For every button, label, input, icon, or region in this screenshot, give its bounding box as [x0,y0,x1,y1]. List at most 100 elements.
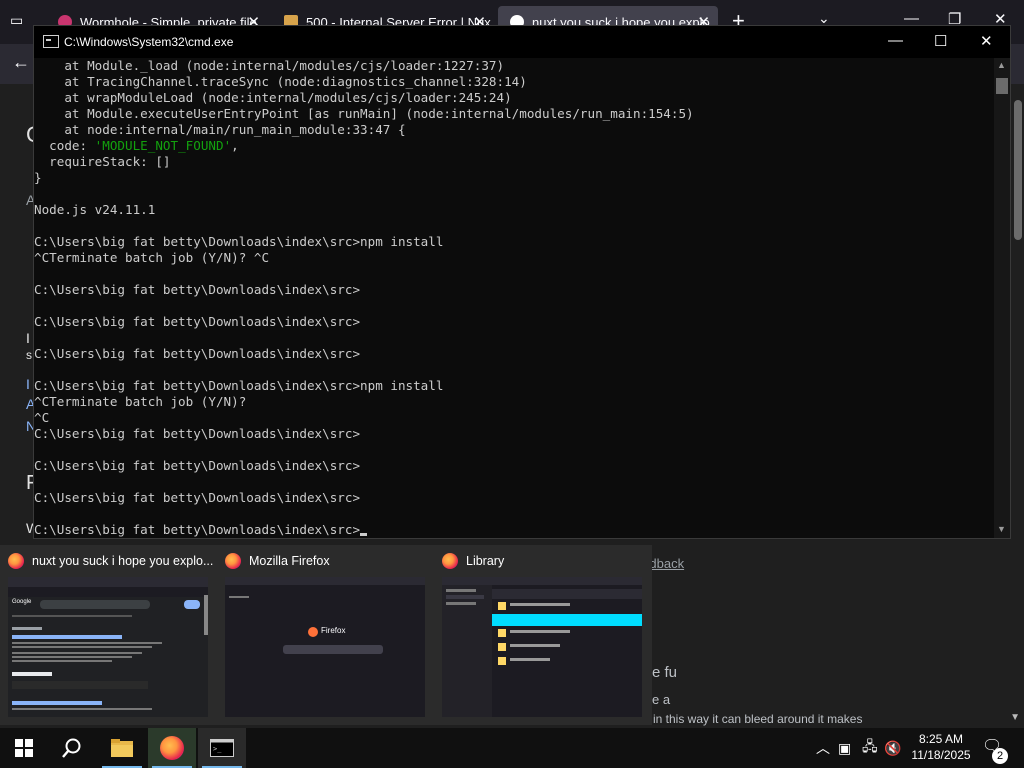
preview-title: Mozilla Firefox [225,553,330,569]
cmd-close-button[interactable]: ✕ [980,32,993,50]
volume-muted-icon: 🔇 [884,739,902,756]
search-icon [62,738,81,758]
notification-count-badge: 2 [992,748,1008,764]
cmd-line [34,442,996,458]
preview-mozilla-firefox[interactable]: Mozilla Firefox Firefox [217,545,433,725]
cmd-minimize-button[interactable]: — [888,32,903,49]
cmd-line: C:\Users\big fat betty\Downloads\index\s… [34,426,361,441]
cmd-line [34,506,996,522]
network-button[interactable]: 🖧 [862,728,878,768]
cmd-app-icon [43,35,59,48]
cmd-line: Node.js v24.11.1 [34,202,156,217]
cmd-line [34,218,996,234]
firefox-newtab-thumbnail [225,577,425,654]
start-button[interactable] [0,728,48,768]
page-text-fragment: s [26,348,32,362]
text-cursor [360,533,368,536]
show-hidden-icons-button[interactable]: ︿ [816,728,830,768]
cmd-line: C:\Users\big fat betty\Downloads\index\s… [34,346,361,361]
preview-nuxt-tab[interactable]: nuxt you suck i hope you explo... Google [0,545,216,725]
cmd-line [34,186,996,202]
scroll-up-icon[interactable]: ▲ [997,60,1006,70]
cmd-line: requireStack: [] [34,154,171,169]
cmd-line: C:\Users\big fat betty\Downloads\index\s… [34,490,361,505]
cmd-output[interactable]: at Module._load (node:internal/modules/c… [34,58,996,538]
cmd-line: ^CTerminate batch job (Y/N)? ^C [34,250,270,265]
preview-thumbnail: Firefox [225,577,425,717]
volume-button[interactable]: 🔇 [884,728,901,768]
taskbar-preview-panel: nuxt you suck i hope you explo... Google… [0,545,652,725]
cmd-line: C:\Users\big fat betty\Downloads\index\s… [34,378,444,393]
cmd-line: C:\Users\big fat betty\Downloads\index\s… [34,314,361,329]
library-downloads-thumbnail [442,577,642,717]
cmd-line [34,330,996,346]
tab-overview-icon[interactable]: ▭ [10,12,28,30]
preview-title-text: Library [466,554,505,568]
cmd-line: at TracingChannel.traceSync (node:diagno… [34,74,527,89]
windows-taskbar: >_ ︿ ▣ 🖧 🔇 8:25 AM 11/18/2025 🗨 [0,728,1024,768]
preview-thumbnail: Google [8,577,208,717]
page-text-fragment: e a [652,692,671,707]
cmd-line [34,362,996,378]
cmd-maximize-button[interactable]: ☐ [934,32,947,50]
cmd-line: code: 'MODULE_NOT_FOUND', [34,138,239,153]
google-results-thumbnail [8,577,208,710]
firefox-taskbar-button[interactable] [148,728,196,768]
tray-app-icon[interactable]: ▣ [838,728,851,768]
cmd-line: C:\Users\big fat betty\Downloads\index\s… [34,234,444,249]
clock-date: 11/18/2025 [911,748,971,762]
search-button[interactable] [48,728,96,768]
cmd-line: C:\Users\big fat betty\Downloads\index\s… [34,522,996,538]
cmd-line: at Module._load (node:internal/modules/c… [34,58,505,73]
cmd-line: at node:internal/main/run_main_module:33… [34,122,406,137]
preview-title-text: nuxt you suck i hope you explo... [32,554,214,568]
cmd-line: ^CTerminate batch job (Y/N)? [34,394,247,409]
error-code-string: 'MODULE_NOT_FOUND' [94,138,232,153]
preview-title: Library [442,553,504,569]
page-scroll-down-icon[interactable]: ▼ [1010,712,1020,723]
page-link-fragment[interactable]: I [26,376,30,392]
preview-title-text: Mozilla Firefox [249,554,330,568]
firefox-icon [225,553,241,569]
cmd-line: ^C [34,410,50,425]
cmd-line [34,266,996,282]
cmd-scroll-thumb[interactable] [996,78,1008,94]
cmd-titlebar[interactable]: C:\Windows\System32\cmd.exe — ☐ ✕ [34,26,1010,58]
system-clock[interactable]: 8:25 AM 11/18/2025 [906,731,976,763]
preview-thumbnail [442,577,642,717]
file-explorer-button[interactable] [98,728,146,768]
meet-now-icon: ▣ [838,739,852,756]
svg-text:>_: >_ [213,745,222,753]
cmd-line: } [34,170,42,185]
firefox-wordmark: Firefox [321,626,346,635]
firefox-icon [160,736,184,760]
preview-title: nuxt you suck i hope you explo... [8,553,213,569]
preview-scrollbar [204,595,208,635]
clock-time: 8:25 AM [918,732,964,746]
cmd-line: C:\Users\big fat betty\Downloads\index\s… [34,458,361,473]
cmd-line: at wrapModuleLoad (node:internal/modules… [34,90,512,105]
cmd-output-lines: at Module._load (node:internal/modules/c… [34,58,996,538]
page-scrollbar[interactable] [1014,100,1022,240]
cmd-window-title: C:\Windows\System32\cmd.exe [64,35,234,49]
scroll-down-icon[interactable]: ▼ [997,524,1006,534]
page-text-fragment: in this way it can bleed around it makes [653,712,863,726]
cmd-line [34,474,996,490]
cmd-scrollbar[interactable]: ▲ ▼ [994,58,1010,538]
cmd-line: C:\Users\big fat betty\Downloads\index\s… [34,282,361,297]
firefox-icon [442,553,458,569]
network-icon: 🖧 [862,738,878,754]
cmd-line [34,298,996,314]
windows-logo-icon [15,739,33,757]
page-text-fragment: e fu [652,664,678,681]
preview-library[interactable]: Library [434,545,652,725]
cmd-window[interactable]: C:\Windows\System32\cmd.exe — ☐ ✕ at Mod… [33,25,1011,539]
page-text-fragment: I [26,330,30,346]
folder-icon [111,739,133,757]
chevron-up-icon: ︿ [816,740,830,756]
cmd-icon: >_ [210,739,234,757]
back-button[interactable]: ← [12,52,30,73]
google-logo-text: Google [12,599,32,605]
cmd-taskbar-button[interactable]: >_ [198,728,246,768]
firefox-icon [8,553,24,569]
